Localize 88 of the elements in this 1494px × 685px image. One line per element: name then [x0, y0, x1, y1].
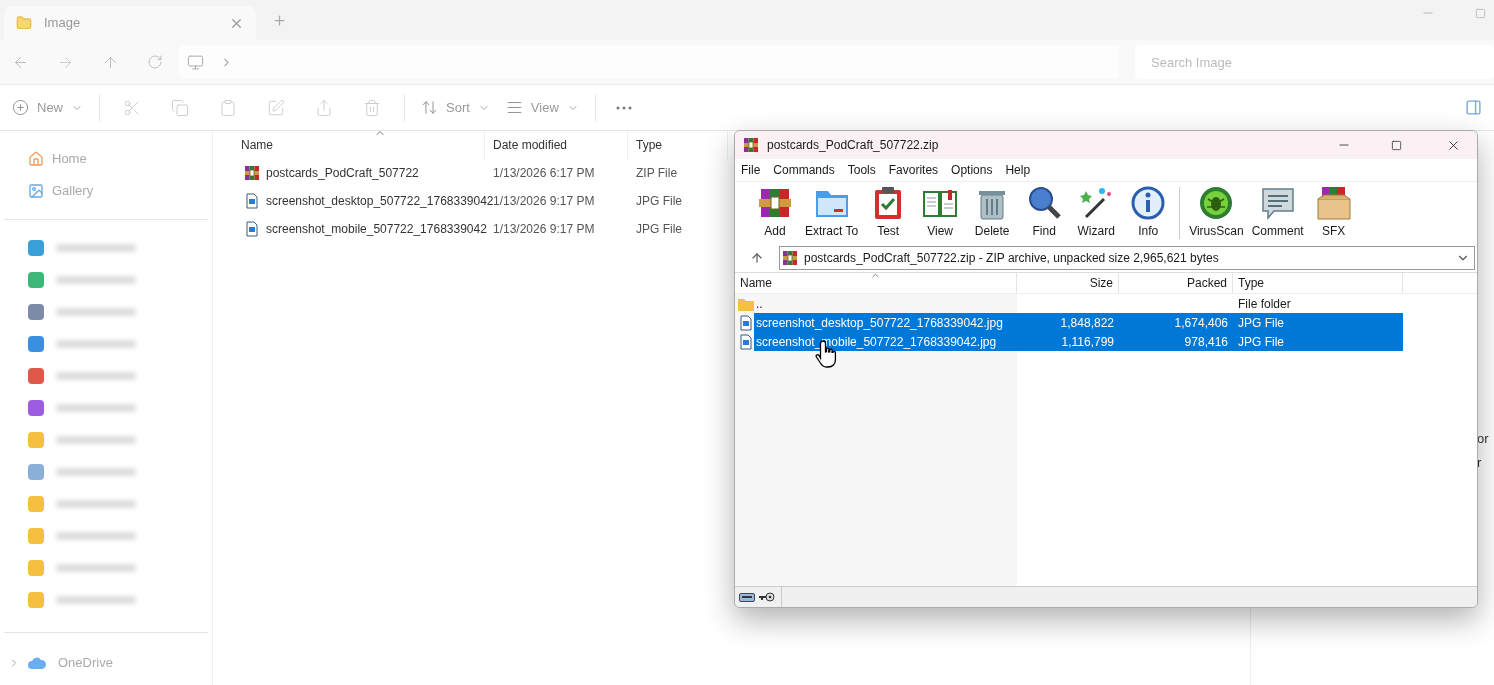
column-header[interactable]: Name [237, 131, 485, 159]
address-text: postcards_PodCraft_507722.zip - ZIP archive, unpacked size 2,965,621 bytes [804, 249, 1219, 267]
plus-circle-icon [12, 99, 29, 116]
archive-file-packed: 1,674,406 [1173, 314, 1229, 332]
column-header[interactable]: Packed [1119, 273, 1233, 293]
key-icon [758, 592, 775, 602]
archive-row[interactable]: .. File folder [735, 294, 1403, 313]
column-header[interactable]: Type [628, 131, 728, 159]
file-type: JPG File [635, 193, 683, 210]
sort-icon [421, 99, 438, 116]
menu-item[interactable]: Help [1005, 161, 1031, 179]
toolbar-button[interactable]: Find [1018, 185, 1071, 240]
speech-bubble-icon [1259, 185, 1296, 221]
archive-icon [244, 165, 260, 181]
column-header[interactable]: Size [1017, 273, 1119, 293]
toolbar-button[interactable]: Add [749, 185, 801, 240]
image-file-icon [244, 221, 260, 237]
new-tab-icon[interactable] [272, 13, 287, 28]
file-row[interactable]: postcards_PodCraft_507722 1/13/2026 6:17 PM ZIP File [237, 159, 728, 187]
delete-icon [363, 98, 381, 117]
gallery-icon [28, 183, 44, 199]
toolbar-button[interactable]: Wizard [1070, 185, 1123, 240]
toolbar-button[interactable]: Info [1122, 185, 1175, 240]
up-icon[interactable] [750, 250, 764, 265]
details-pane-icon[interactable] [1465, 99, 1482, 116]
archive-file-name: screenshot_mobile_507722_1768339042.jpg [755, 333, 998, 351]
cloud-icon [28, 657, 46, 669]
archive-file-type: JPG File [1237, 333, 1284, 351]
column-header[interactable]: Type [1233, 273, 1403, 293]
file-type: ZIP File [635, 165, 679, 182]
menu-item[interactable]: Tools [847, 161, 876, 179]
address-field[interactable]: postcards_PodCraft_507722.zip - ZIP archive, unpacked size 2,965,621 bytes [779, 245, 1475, 270]
menu-item[interactable]: Favorites [888, 161, 939, 179]
file-date: 1/13/2026 6:17 PM [492, 165, 596, 182]
home-icon [28, 151, 44, 167]
copy-icon [171, 98, 189, 117]
file-date: 1/13/2026 9:17 PM [492, 221, 596, 238]
magnifier-icon [1026, 185, 1063, 221]
address-bar[interactable] [179, 45, 1119, 79]
image-file-icon [244, 193, 260, 209]
image-file-icon [738, 314, 754, 331]
folder-icon [16, 15, 32, 31]
column-header[interactable]: Name [735, 273, 1017, 293]
toolbar-button[interactable]: Extract To [801, 185, 863, 240]
archive-file-size: 1,848,822 [1059, 314, 1115, 332]
more-icon [615, 105, 632, 110]
share-icon [315, 98, 333, 117]
toolbar-button[interactable]: View [914, 185, 967, 240]
details-text: r [1476, 454, 1482, 472]
column-header[interactable]: Date modified [485, 131, 628, 159]
menu-item[interactable]: Commands [773, 161, 835, 179]
toolbar-button[interactable]: Comment [1247, 185, 1308, 240]
menu-item[interactable]: File [741, 161, 761, 179]
details-text: or [1476, 430, 1489, 448]
toolbar-button[interactable]: VirusScan [1185, 185, 1248, 240]
lines-icon [505, 99, 523, 116]
maximize-icon[interactable] [1391, 139, 1402, 151]
archive-file-packed: 978,416 [1183, 333, 1229, 351]
window-title: postcards_PodCraft_507722.zip [767, 137, 940, 154]
archive-file-name: screenshot_desktop_507722_1768339042.jpg [755, 314, 1004, 332]
refresh-icon[interactable] [147, 54, 163, 70]
file-type: JPG File [635, 221, 683, 238]
archive-file-size: 1,116,799 [1060, 333, 1115, 351]
archive-icon [743, 137, 759, 153]
bug-icon [1198, 185, 1235, 221]
drive-icon [739, 592, 755, 602]
file-row[interactable]: screenshot_desktop_507722_17683390421/13/2026 9:17 PM JPG File [237, 187, 728, 215]
file-name: postcards_PodCraft_507722 [266, 165, 419, 182]
archive-icon [782, 249, 798, 266]
monitor-icon [187, 53, 204, 71]
menu-item[interactable]: Options [951, 161, 993, 179]
box-icon [1315, 185, 1352, 221]
archive-file-name: .. [755, 295, 764, 313]
file-name: screenshot_desktop_507722_1768339042 [266, 193, 494, 210]
file-row[interactable]: screenshot_mobile_507722_1768339042 1/13/2026 9:17 PM JPG File [237, 215, 728, 243]
paste-icon [219, 98, 237, 117]
rename-icon [267, 98, 285, 117]
file-name: screenshot_mobile_507722_1768339042 [266, 221, 487, 238]
tab-title: Image [44, 14, 82, 33]
image-file-icon [738, 333, 754, 350]
search-field[interactable]: Search Image [1135, 45, 1494, 79]
toolbar-button[interactable]: Test [862, 185, 915, 240]
archive-file-type: File folder [1237, 295, 1291, 313]
toolbar-button[interactable]: Delete [966, 185, 1019, 240]
archive-file-type: JPG File [1237, 314, 1284, 332]
toolbar-button[interactable]: SFX [1307, 185, 1360, 240]
cut-icon [123, 98, 141, 117]
info-icon [1130, 185, 1167, 221]
